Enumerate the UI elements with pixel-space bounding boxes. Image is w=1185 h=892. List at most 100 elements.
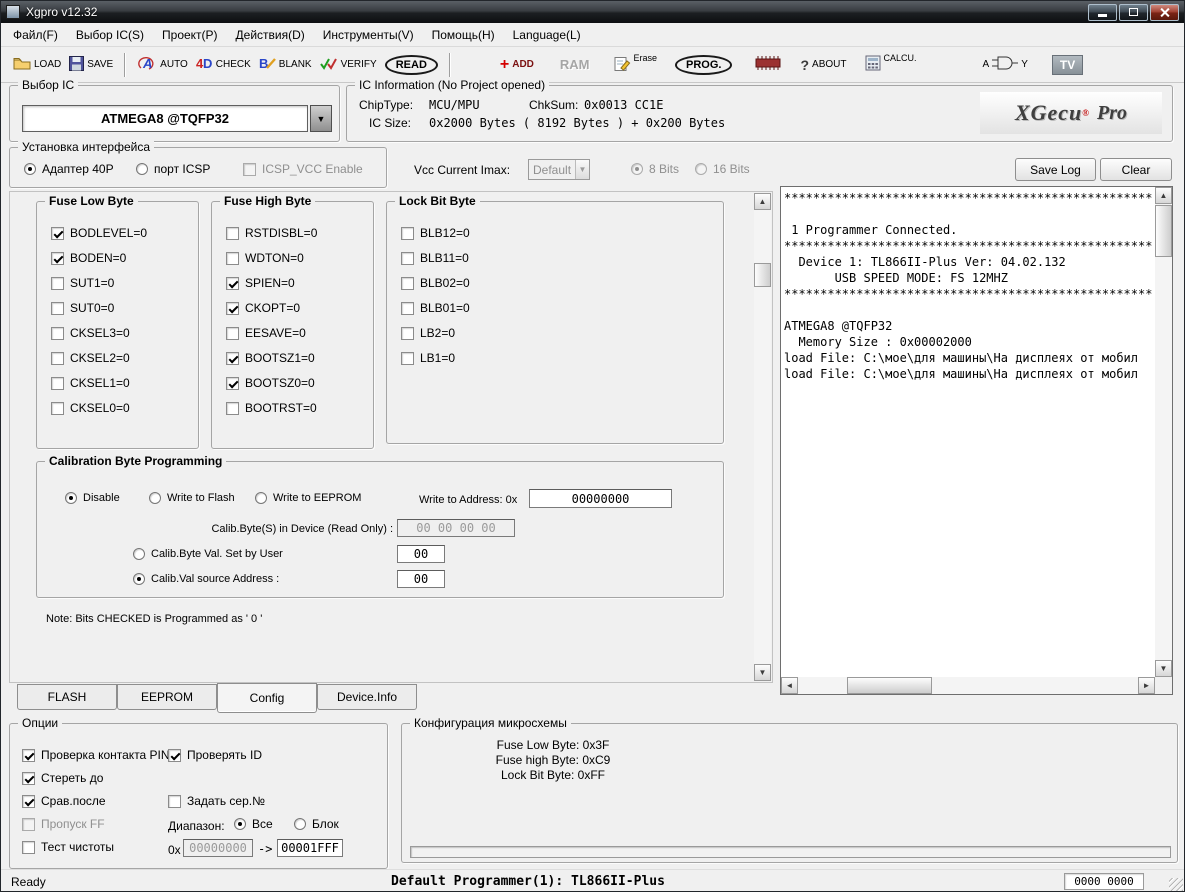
minimize-button[interactable] <box>1088 4 1117 21</box>
scrollbar-thumb[interactable] <box>754 263 771 287</box>
menu-select-ic[interactable]: Выбор IC(S) <box>67 24 153 46</box>
calib-source-input[interactable] <box>397 570 445 588</box>
verify-button[interactable]: VERIFY <box>316 54 381 76</box>
tab-flash[interactable]: FLASH <box>17 684 117 710</box>
logic-test-button[interactable]: A Y <box>979 53 1032 76</box>
blank-check-checkbox[interactable]: Тест чистоты <box>22 840 114 854</box>
load-button[interactable]: LOAD <box>9 54 65 75</box>
menu-project[interactable]: Проект(P) <box>153 24 227 46</box>
save-log-button[interactable]: Save Log <box>1015 158 1096 181</box>
write-address-input[interactable] <box>529 489 672 508</box>
calculator-button[interactable]: CALCU. <box>861 53 921 76</box>
skip-ff-checkbox[interactable]: Пропуск FF <box>22 817 105 831</box>
scroll-down-icon[interactable]: ▼ <box>754 664 771 681</box>
lock-checkbox[interactable]: BLB02=0 <box>401 276 470 290</box>
fuse-checkbox[interactable]: SUT1=0 <box>51 276 147 290</box>
lock-checkbox[interactable]: BLB12=0 <box>401 226 470 240</box>
ic-select-dropdown-button[interactable]: ▼ <box>310 105 332 132</box>
fuse-checkbox[interactable]: CKSEL0=0 <box>51 401 147 415</box>
menu-file[interactable]: Файл(F) <box>4 24 67 46</box>
blank-button[interactable]: B BLANK <box>255 54 316 76</box>
about-button[interactable]: ? ABOUT <box>796 55 850 75</box>
auto-button[interactable]: A AUTO <box>133 53 192 76</box>
fuse-checkbox[interactable]: CKSEL1=0 <box>51 376 147 390</box>
scroll-down-icon[interactable]: ▼ <box>1155 660 1172 677</box>
read-button[interactable]: READ <box>381 53 442 77</box>
menu-language[interactable]: Language(L) <box>504 24 590 46</box>
lock-checkbox[interactable]: BLB11=0 <box>401 251 470 265</box>
tab-eeprom[interactable]: EEPROM <box>117 684 217 710</box>
menu-tools[interactable]: Инструменты(V) <box>314 24 423 46</box>
bits16-radio[interactable]: 16 Bits <box>695 162 750 176</box>
fuse-checkbox[interactable]: CKOPT=0 <box>226 301 317 315</box>
log-line: ATMEGA8 @TQFP32 <box>784 319 1153 335</box>
calib-source-radio[interactable]: Calib.Val source Address : <box>133 573 279 585</box>
log-vertical-scrollbar[interactable]: ▲ ▼ <box>1155 187 1172 677</box>
fuse-checkbox[interactable]: SPIEN=0 <box>226 276 317 290</box>
clear-log-button[interactable]: Clear <box>1100 158 1172 181</box>
fuse-checkbox[interactable]: SUT0=0 <box>51 301 147 315</box>
prog-button[interactable]: PROG. <box>671 53 736 77</box>
add-button[interactable]: + ADD <box>496 57 538 73</box>
tab-config[interactable]: Config <box>217 683 317 713</box>
fuse-checkbox[interactable]: BOOTRST=0 <box>226 401 317 415</box>
bits8-radio[interactable]: 8 Bits <box>631 162 679 176</box>
erase-before-checkbox[interactable]: Стереть до <box>22 771 103 785</box>
scroll-up-icon[interactable]: ▲ <box>754 193 771 210</box>
serial-number-checkbox[interactable]: Задать сер.№ <box>168 794 265 808</box>
scroll-left-icon[interactable]: ◄ <box>781 677 798 694</box>
toolbar: LOAD SAVE A AUTO 4D CHECK B BLANK VERIFY… <box>1 47 1184 83</box>
icsp-vcc-checkbox[interactable]: ICSP_VCC Enable <box>243 162 363 176</box>
calib-user-radio[interactable]: Calib.Byte Val. Set by User <box>133 548 283 560</box>
write-flash-radio[interactable]: Write to Flash <box>149 492 235 504</box>
lock-checkbox[interactable]: LB1=0 <box>401 351 470 365</box>
fuse-checkbox[interactable]: BOOTSZ0=0 <box>226 376 317 390</box>
range-to-input[interactable] <box>277 839 343 857</box>
close-button[interactable] <box>1150 4 1179 21</box>
config-panel-scrollbar[interactable]: ▲ ▼ <box>754 193 771 681</box>
calibration-disable-radio[interactable]: Disable <box>65 492 120 504</box>
log-horizontal-scrollbar[interactable]: ◄ ► <box>781 677 1155 694</box>
range-block-radio[interactable]: Блок <box>294 817 339 831</box>
fuse-checkbox[interactable]: RSTDISBL=0 <box>226 226 317 240</box>
calib-user-input[interactable] <box>397 545 445 563</box>
maximize-button[interactable] <box>1119 4 1148 21</box>
adapter-40p-radio[interactable]: Адаптер 40P <box>24 162 114 176</box>
fuse-checkbox[interactable]: BODEN=0 <box>51 251 147 265</box>
check-id-checkbox[interactable]: Проверять ID <box>168 748 262 762</box>
scroll-right-icon[interactable]: ► <box>1138 677 1155 694</box>
vcc-current-select[interactable]: Default ▼ <box>528 159 590 180</box>
pin-check-checkbox[interactable]: Проверка контакта PIN <box>22 748 170 762</box>
tv-button[interactable]: TV <box>1048 53 1087 77</box>
range-all-radio[interactable]: Все <box>234 817 273 831</box>
lock-checkbox[interactable]: BLB01=0 <box>401 301 470 315</box>
tab-device-info[interactable]: Device.Info <box>317 684 417 710</box>
log-output[interactable]: ****************************************… <box>784 191 1153 675</box>
icsp-vcc-label: ICSP_VCC Enable <box>262 162 363 176</box>
ram-button[interactable]: RAM <box>556 55 594 74</box>
fuse-checkbox[interactable]: BOOTSZ1=0 <box>226 351 317 365</box>
fuse-checkbox[interactable]: BODLEVEL=0 <box>51 226 147 240</box>
fuse-checkbox[interactable]: CKSEL2=0 <box>51 351 147 365</box>
ic-test-button[interactable] <box>750 52 786 77</box>
write-eeprom-radio[interactable]: Write to EEPROM <box>255 492 361 504</box>
scrollbar-thumb[interactable] <box>847 677 932 694</box>
menu-actions[interactable]: Действия(D) <box>227 24 314 46</box>
ic-select-value[interactable]: ATMEGA8 @TQFP32 <box>22 105 308 132</box>
fuse-checkbox[interactable]: CKSEL3=0 <box>51 326 147 340</box>
save-button[interactable]: SAVE <box>65 54 117 76</box>
fuse-checkbox[interactable]: EESAVE=0 <box>226 326 317 340</box>
lock-checkbox[interactable]: LB2=0 <box>401 326 470 340</box>
scrollbar-thumb[interactable] <box>1155 205 1172 257</box>
icsp-port-radio[interactable]: порт ICSP <box>136 162 210 176</box>
range-from-input[interactable] <box>183 839 253 857</box>
resize-grip[interactable] <box>1169 878 1183 892</box>
scroll-up-icon[interactable]: ▲ <box>1155 187 1172 204</box>
checkbox-icon <box>51 252 64 265</box>
erase-button[interactable]: Erase <box>610 53 662 77</box>
verify-after-checkbox[interactable]: Срав.после <box>22 794 106 808</box>
menu-help[interactable]: Помощь(H) <box>423 24 504 46</box>
check-button[interactable]: 4D CHECK <box>192 54 255 76</box>
fuse-checkbox[interactable]: WDTON=0 <box>226 251 317 265</box>
hex-prefix-label: 0x <box>168 843 181 857</box>
